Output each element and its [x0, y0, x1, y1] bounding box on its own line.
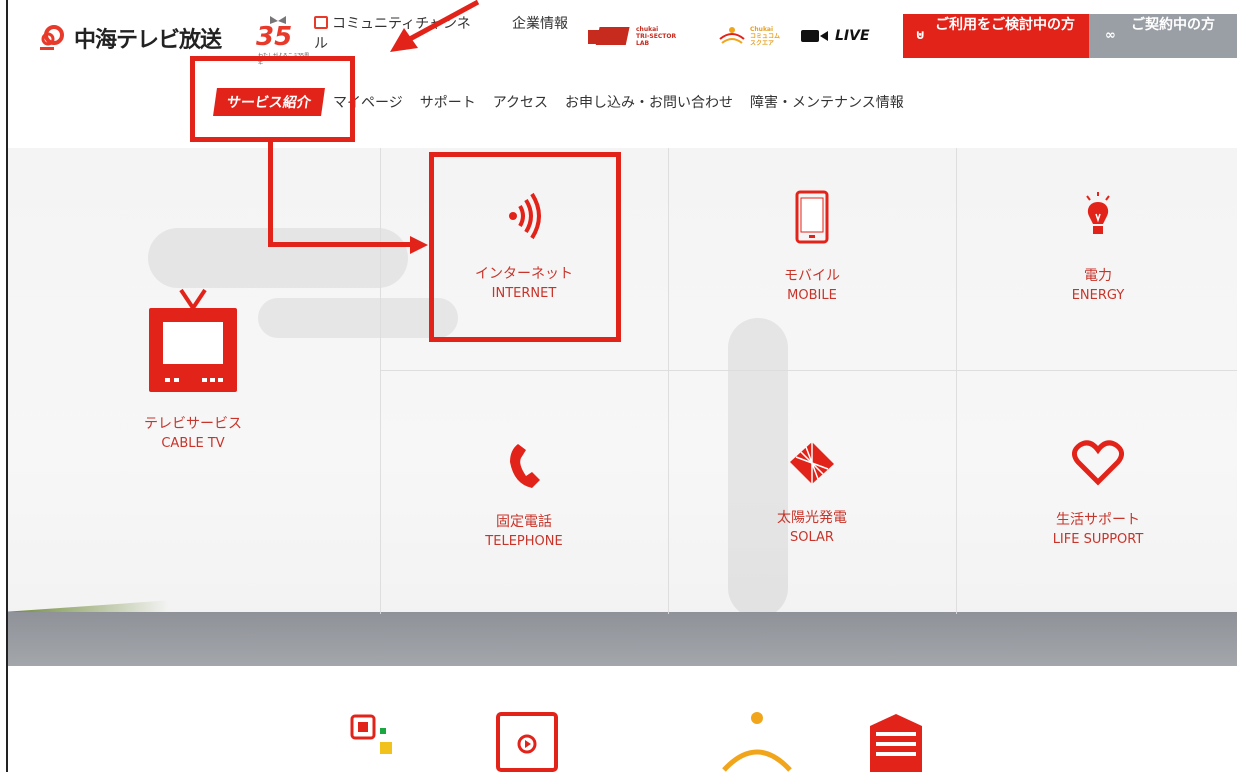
community-square-text: Chukai コミュコム スクエア [750, 26, 780, 47]
solar-panel-icon [790, 442, 834, 484]
grid-divider [956, 148, 957, 614]
background-blur [148, 228, 408, 288]
bottom-service-icon-3[interactable] [722, 704, 792, 772]
prospective-customer-button[interactable]: ⊍ ご利用をご検討中の方 [903, 14, 1089, 58]
service-en-label: MOBILE [787, 288, 837, 303]
service-jp-label: 太陽光発電 [777, 510, 847, 526]
anniversary-badge: 35 わたしがよろこぶ35周年 [254, 14, 310, 66]
community-square-line3: スクエア [750, 39, 775, 47]
annotation-box-services-nav [190, 56, 355, 142]
logo-mark-icon [38, 23, 68, 53]
service-jp-label: モバイル [784, 268, 840, 284]
link-icon: ∞ [1105, 28, 1116, 43]
badge-number: 35 [256, 22, 293, 52]
video-player-icon [496, 712, 558, 772]
annotation-arrow-pointer [390, 0, 480, 52]
service-cable-tv[interactable]: テレビサービス CABLE TV [118, 288, 268, 454]
corporate-info-link[interactable]: 企業情報 [510, 14, 570, 34]
background-blur [258, 298, 458, 338]
book-icon: ⊍ [915, 28, 926, 43]
community-square-logo-icon [719, 27, 745, 44]
tv-icon [149, 288, 237, 392]
annotation-arrowhead [410, 236, 428, 254]
bottom-service-icon-4[interactable] [866, 712, 926, 772]
service-en-label: ENERGY [1071, 288, 1125, 303]
bottom-service-icon-2[interactable] [494, 712, 560, 772]
tri-sector-logo-icon [588, 27, 630, 45]
smartphone-icon [795, 190, 829, 244]
light-bulb-icon [1086, 192, 1110, 234]
service-en-label: LIFE SUPPORT [1052, 532, 1144, 547]
logo-text: 中海テレビ放送 [74, 28, 222, 53]
service-life-support[interactable]: 生活サポート LIFE SUPPORT [1018, 440, 1178, 550]
building-icon [870, 714, 922, 772]
nav-item-access[interactable]: アクセス [493, 92, 548, 112]
community-square-line2: コミュコム [750, 32, 781, 40]
video-camera-icon [801, 30, 828, 42]
service-en-label: CABLE TV [161, 436, 225, 451]
service-mobile[interactable]: モバイル MOBILE [732, 190, 892, 306]
tri-sector-line1: chukai [636, 25, 659, 33]
nav-item-maintenance[interactable]: 障害・メンテナンス情報 [750, 92, 904, 112]
grid-divider [380, 370, 1237, 371]
live-label: LIVE [835, 28, 870, 44]
annotation-box-internet [429, 152, 621, 342]
community-app-icon [350, 714, 392, 754]
tri-sector-line3: LAB [636, 39, 650, 47]
corporate-info-label: 企業情報 [512, 16, 568, 32]
site-logo[interactable]: 中海テレビ放送 [38, 22, 222, 54]
grid-divider [380, 148, 381, 614]
sunrise-icon [722, 712, 792, 772]
annotation-connector [268, 142, 273, 247]
current-member-label: ご契約中の方 [1131, 17, 1215, 33]
service-jp-label: 電力 [1084, 268, 1112, 284]
service-en-label: TELEPHONE [485, 534, 563, 549]
road-strip [8, 612, 1237, 666]
live-link[interactable]: LIVE [800, 24, 870, 48]
prospective-customer-label: ご利用をご検討中の方 [935, 17, 1075, 33]
heart-icon [1072, 440, 1124, 486]
nav-item-contact[interactable]: お申し込み・お問い合わせ [565, 92, 733, 112]
annotation-connector [268, 242, 416, 247]
community-square-line1: Chukai [750, 25, 774, 33]
nav-item-support[interactable]: サポート [420, 92, 476, 112]
community-square-link[interactable]: Chukai コミュコム スクエア [718, 24, 780, 48]
service-jp-label: テレビサービス [144, 416, 242, 432]
service-jp-label: 固定電話 [496, 514, 552, 530]
current-member-button[interactable]: ∞ ご契約中の方 [1089, 14, 1237, 58]
service-solar[interactable]: 太陽光発電 SOLAR [732, 440, 892, 548]
service-energy[interactable]: 電力 ENERGY [1018, 190, 1178, 306]
community-channel-icon [314, 16, 328, 29]
service-telephone[interactable]: 固定電話 TELEPHONE [444, 440, 604, 552]
service-en-label: SOLAR [790, 530, 834, 545]
tri-sector-lab-link[interactable]: chukai TRI-SECTOR LAB [586, 24, 676, 48]
bottom-service-icon-1[interactable] [350, 712, 394, 772]
phone-handset-icon [510, 444, 540, 488]
tri-sector-line2: TRI-SECTOR [636, 32, 677, 40]
service-jp-label: 生活サポート [1056, 512, 1140, 528]
grid-divider [668, 148, 669, 614]
tri-sector-text: chukai TRI-SECTOR LAB [636, 26, 676, 47]
